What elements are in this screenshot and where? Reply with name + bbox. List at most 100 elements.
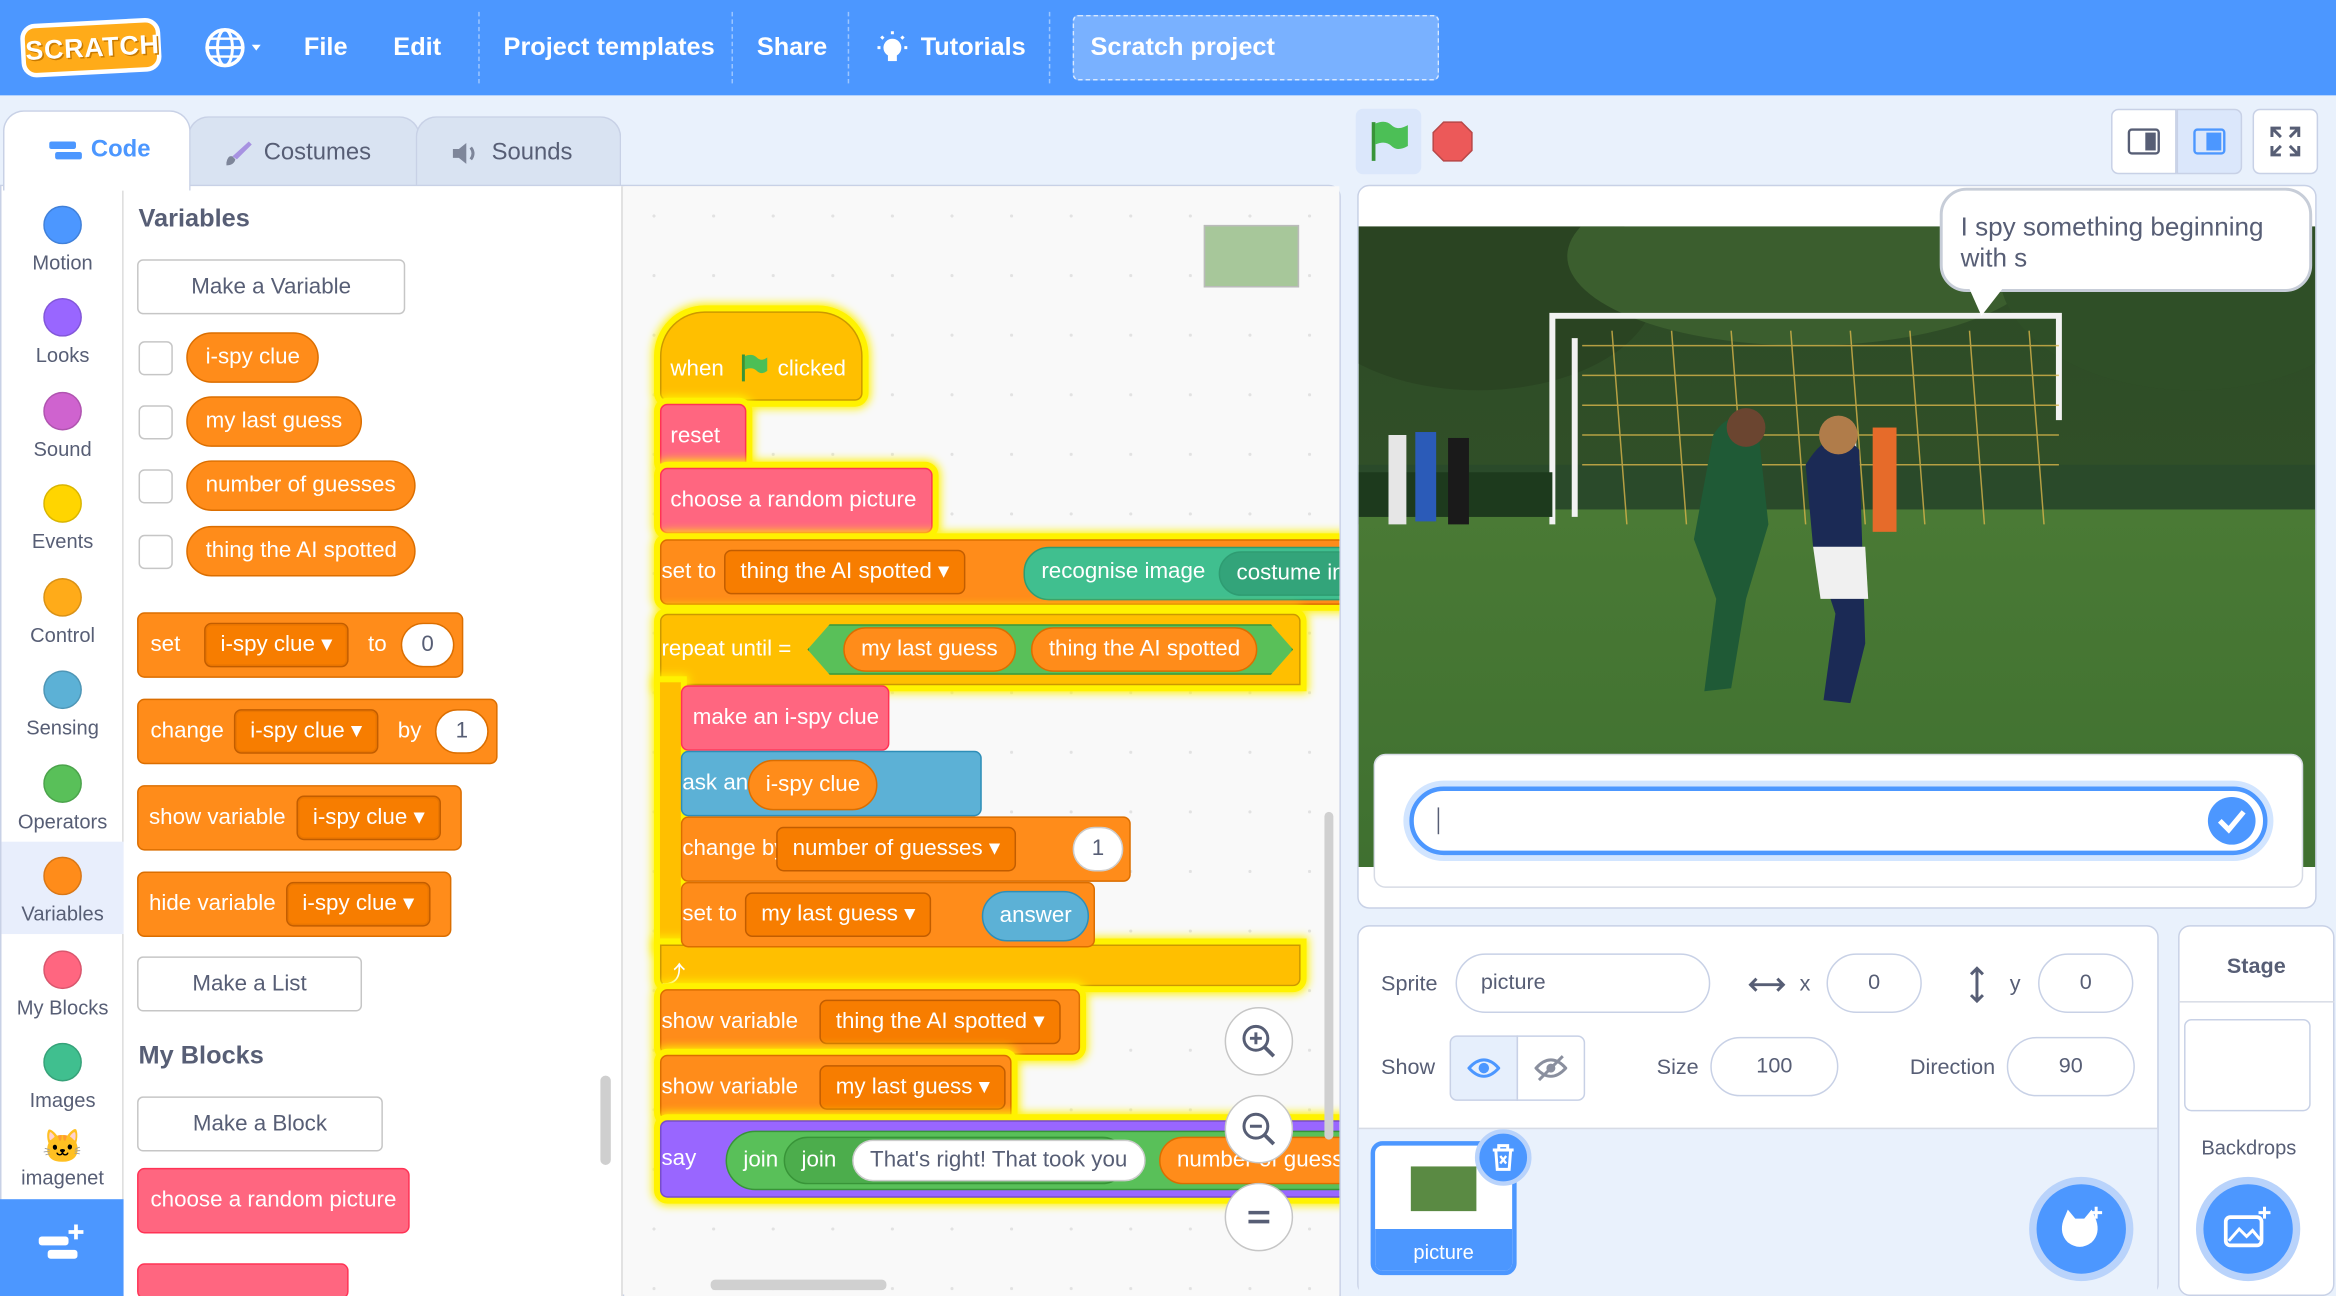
- variable-checkbox[interactable]: [138, 405, 173, 440]
- category-images[interactable]: Images: [1, 1028, 123, 1120]
- change-guesses-block[interactable]: change number of guesses ▾ by 1: [680, 816, 1131, 882]
- custom-block-partial[interactable]: [137, 1263, 349, 1296]
- reset-block[interactable]: reset: [659, 403, 747, 470]
- script-vertical-scrollbar[interactable]: [1324, 811, 1334, 1140]
- stage-thumbnail[interactable]: [2184, 1018, 2311, 1112]
- zoom-out-button[interactable]: [1224, 1094, 1294, 1164]
- language-menu[interactable]: [203, 0, 269, 95]
- tutorials-label: Tutorials: [920, 32, 1026, 62]
- set-thing-block[interactable]: set thing the AI spotted ▾ to recognise …: [659, 539, 1340, 605]
- tab-sounds[interactable]: Sounds: [415, 116, 622, 188]
- project-title-input[interactable]: Scratch project: [1072, 14, 1440, 81]
- variable-dropdown[interactable]: my last guess ▾: [744, 892, 932, 938]
- show-variable-block[interactable]: show variable my last guess ▾: [659, 1054, 1012, 1121]
- tab-costumes[interactable]: Costumes: [187, 116, 421, 188]
- show-variable-block[interactable]: show variable thing the AI spotted ▾: [659, 989, 1081, 1055]
- category-looks[interactable]: Looks: [1, 283, 123, 375]
- variable-reporter[interactable]: number of guesses: [186, 460, 416, 511]
- choose-sprite-button[interactable]: [2029, 1176, 2134, 1282]
- variable-checkbox[interactable]: [138, 341, 173, 376]
- variable-reporter[interactable]: i-spy clue: [186, 332, 320, 383]
- make-block-button[interactable]: Make a Block: [137, 1096, 383, 1152]
- choose-random-picture-block[interactable]: choose a random picture: [659, 467, 933, 534]
- value-input[interactable]: 0: [400, 622, 455, 668]
- category-operators[interactable]: Operators: [1, 749, 123, 841]
- category-my-blocks[interactable]: My Blocks: [1, 936, 123, 1028]
- costume-image-reporter[interactable]: costume im: [1218, 551, 1340, 596]
- variable-reporter[interactable]: my last guess: [843, 627, 1016, 672]
- share-button[interactable]: Share: [757, 0, 827, 95]
- choose-backdrop-button[interactable]: [2195, 1176, 2301, 1282]
- delete-sprite-button[interactable]: [1474, 1129, 1532, 1186]
- repeat-until-block[interactable]: repeat until my last guess = thing the A…: [659, 613, 1301, 686]
- category-variables[interactable]: Variables: [1, 841, 124, 935]
- zoom-reset-button[interactable]: [1224, 1182, 1294, 1252]
- variable-reporter[interactable]: thing the AI spotted: [186, 525, 417, 577]
- variable-reporter[interactable]: i-spy clue: [747, 759, 879, 811]
- make-list-button[interactable]: Make a List: [137, 956, 363, 1012]
- variable-dropdown[interactable]: my last guess ▾: [819, 1065, 1007, 1110]
- variable-dropdown[interactable]: number of guesses ▾: [776, 826, 1017, 872]
- set-last-guess-block[interactable]: set my last guess ▾ to answer: [680, 881, 1096, 948]
- change-label: change: [150, 718, 224, 744]
- y-input[interactable]: 0: [2038, 953, 2134, 1013]
- green-flag-button[interactable]: [1355, 108, 1422, 175]
- variable-dropdown[interactable]: i-spy clue ▾: [233, 709, 379, 754]
- tab-code[interactable]: Code: [2, 110, 191, 191]
- dropdown-value: thing the AI spotted: [835, 1008, 1028, 1034]
- variable-reporter[interactable]: thing the AI spotted: [1030, 627, 1259, 672]
- scratch-logo[interactable]: SCRATCH: [19, 17, 163, 79]
- value-input[interactable]: 1: [435, 709, 489, 754]
- menu-divider: [731, 11, 733, 84]
- file-menu[interactable]: File: [304, 0, 348, 95]
- variable-dropdown[interactable]: thing the AI spotted ▾: [819, 999, 1061, 1045]
- text-input[interactable]: That's right! That took you: [852, 1139, 1146, 1182]
- answer-input[interactable]: [1409, 786, 2268, 856]
- project-templates-menu[interactable]: Project templates: [504, 0, 715, 95]
- category-sensing[interactable]: Sensing: [1, 655, 123, 747]
- variable-dropdown[interactable]: i-spy clue ▾: [296, 795, 442, 841]
- category-control[interactable]: Control: [1, 563, 123, 655]
- show-sprite-button[interactable]: [1449, 1035, 1519, 1101]
- category-sound[interactable]: Sound: [1, 377, 123, 469]
- category-motion[interactable]: Motion: [1, 191, 123, 283]
- small-stage-button[interactable]: [2111, 108, 2177, 175]
- edit-menu[interactable]: Edit: [393, 0, 441, 95]
- script-horizontal-scrollbar[interactable]: [710, 1279, 887, 1291]
- show-variable-block[interactable]: show variable i-spy clue ▾: [137, 785, 462, 851]
- change-variable-block[interactable]: change i-spy clue ▾ by 1: [137, 698, 498, 765]
- make-clue-block[interactable]: make an i-spy clue: [680, 685, 890, 751]
- hide-variable-block[interactable]: hide variable i-spy clue ▾: [137, 871, 452, 938]
- show-variable-label: show variable: [661, 1074, 799, 1100]
- answer-reporter[interactable]: answer: [981, 890, 1090, 942]
- x-input[interactable]: 0: [1826, 953, 1922, 1013]
- stop-icon: [1432, 121, 1473, 162]
- variable-dropdown[interactable]: i-spy clue ▾: [204, 622, 349, 668]
- palette-scrollbar[interactable]: [600, 1075, 611, 1165]
- change-label: change: [682, 835, 756, 862]
- when-flag-clicked-block[interactable]: when clicked: [659, 311, 863, 401]
- direction-input[interactable]: 90: [2006, 1036, 2135, 1097]
- variable-dropdown[interactable]: thing the AI spotted ▾: [724, 549, 966, 595]
- add-extension-button[interactable]: [0, 1199, 124, 1296]
- custom-block[interactable]: choose a random picture: [137, 1167, 410, 1234]
- variable-checkbox[interactable]: [138, 469, 173, 504]
- set-variable-block[interactable]: set i-spy clue ▾ to 0: [137, 612, 464, 678]
- menu-divider: [478, 11, 480, 84]
- large-stage-button[interactable]: [2176, 108, 2243, 175]
- zoom-in-button[interactable]: [1224, 1007, 1294, 1076]
- variable-dropdown[interactable]: i-spy clue ▾: [286, 881, 431, 927]
- size-input[interactable]: 100: [1710, 1036, 1839, 1097]
- category-events[interactable]: Events: [1, 469, 123, 561]
- value-input[interactable]: 1: [1072, 826, 1124, 872]
- variable-reporter[interactable]: my last guess: [186, 396, 362, 447]
- hide-sprite-button[interactable]: [1516, 1035, 1586, 1101]
- fullscreen-button[interactable]: [2252, 108, 2319, 175]
- ask-and-wait-block[interactable]: ask i-spy clue and wait: [680, 750, 982, 817]
- tutorials-button[interactable]: Tutorials: [873, 0, 1026, 95]
- stop-button[interactable]: [1420, 109, 1486, 175]
- variable-checkbox[interactable]: [138, 534, 173, 570]
- category-imagenet[interactable]: 🐱 imagenet: [1, 1122, 123, 1194]
- sprite-name-input[interactable]: picture: [1455, 953, 1711, 1013]
- make-variable-button[interactable]: Make a Variable: [137, 259, 406, 315]
